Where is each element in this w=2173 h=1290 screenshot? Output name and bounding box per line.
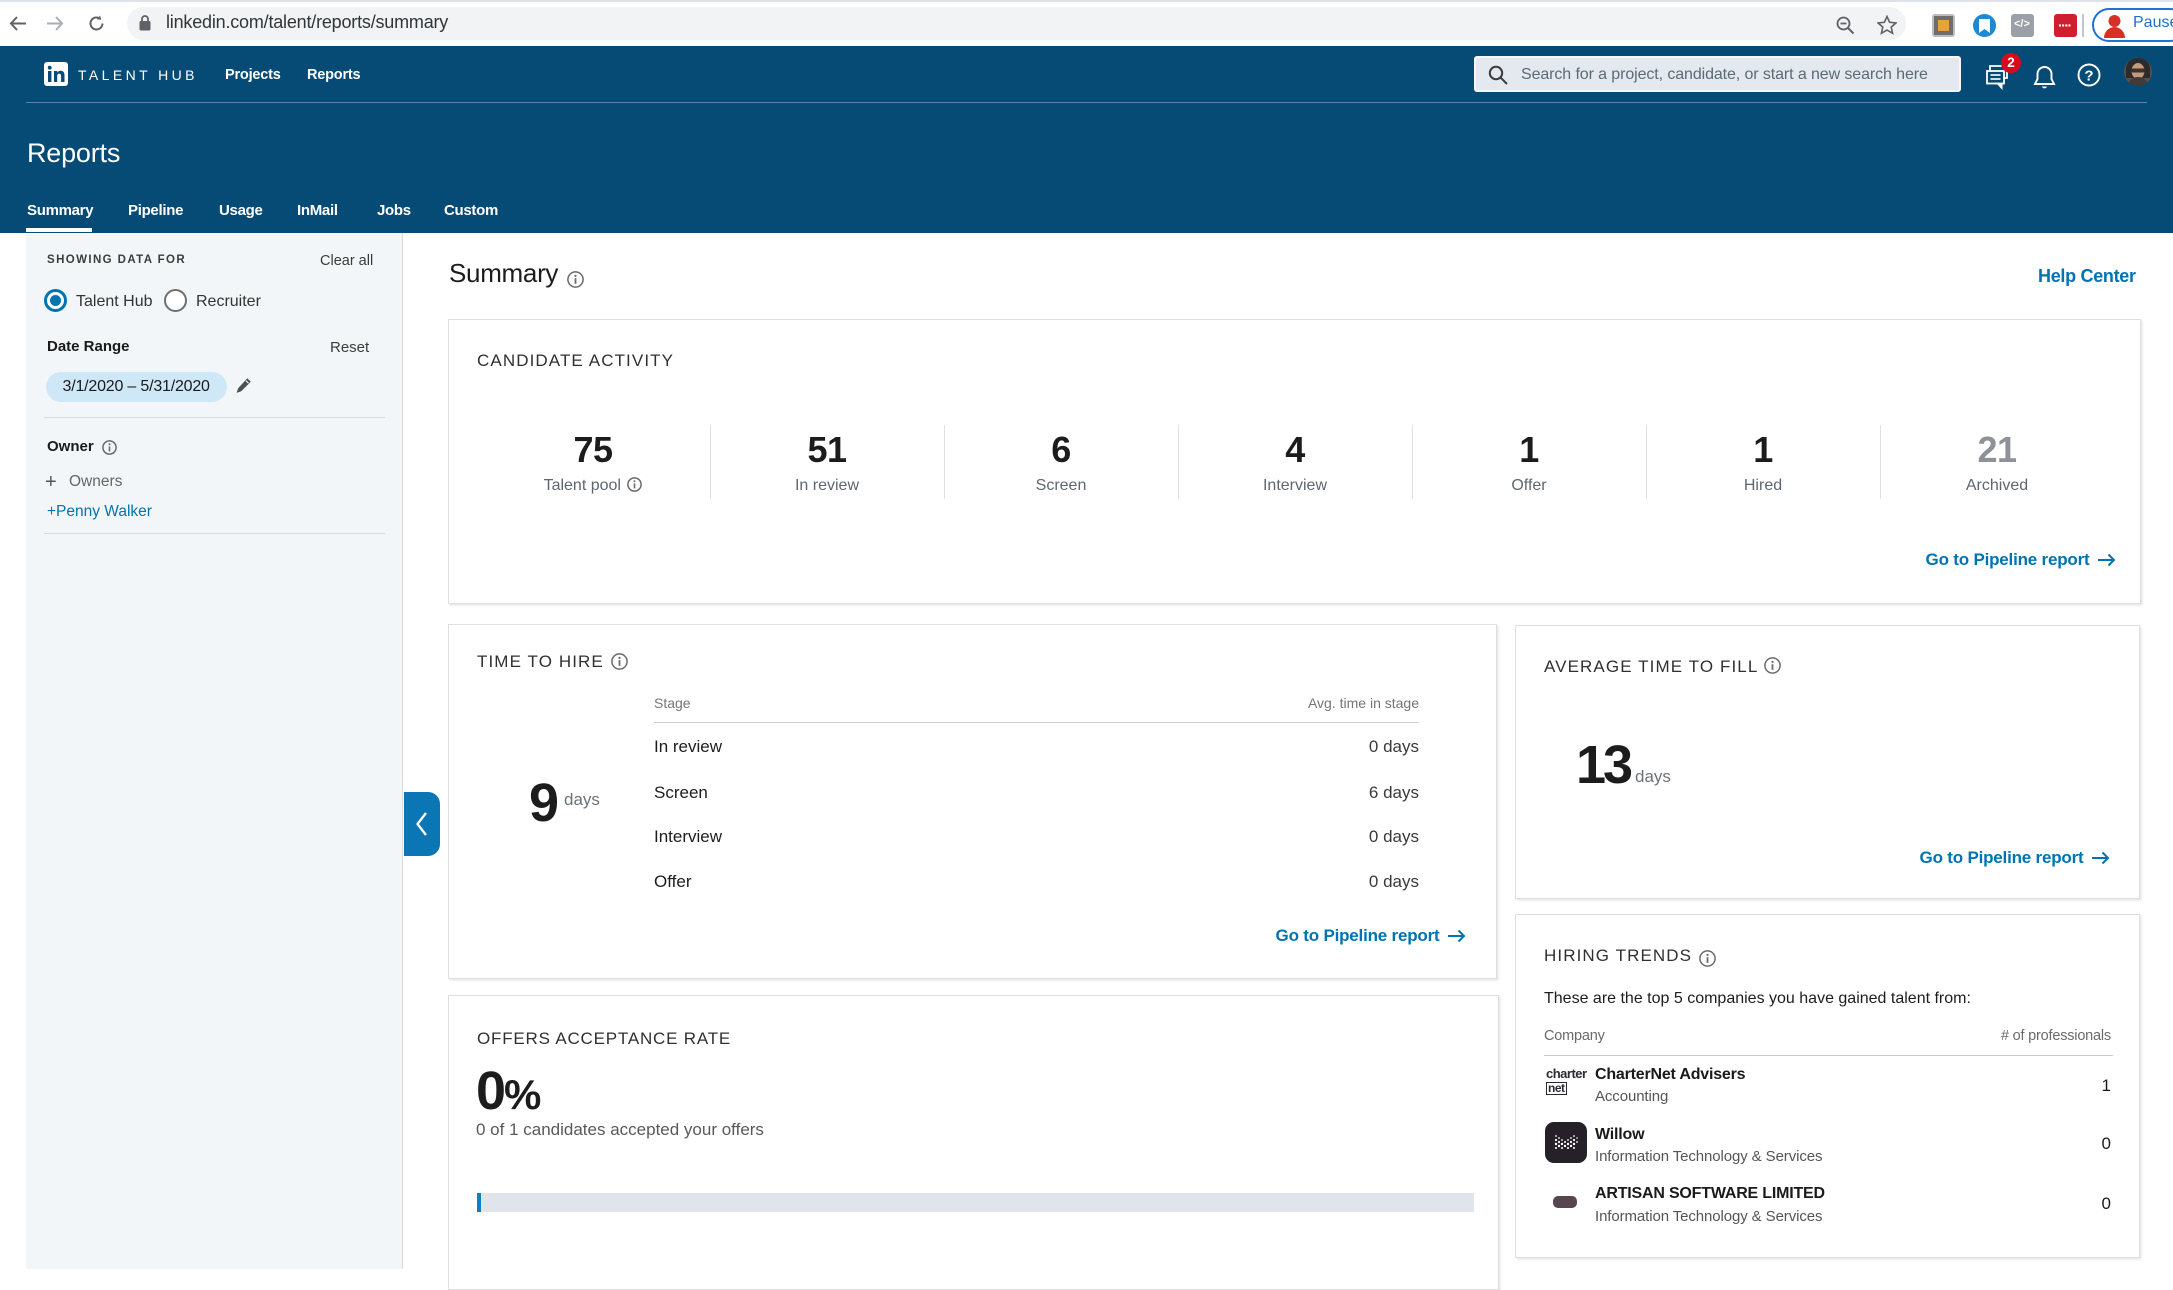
svg-text:?: ? [2084, 68, 2093, 85]
